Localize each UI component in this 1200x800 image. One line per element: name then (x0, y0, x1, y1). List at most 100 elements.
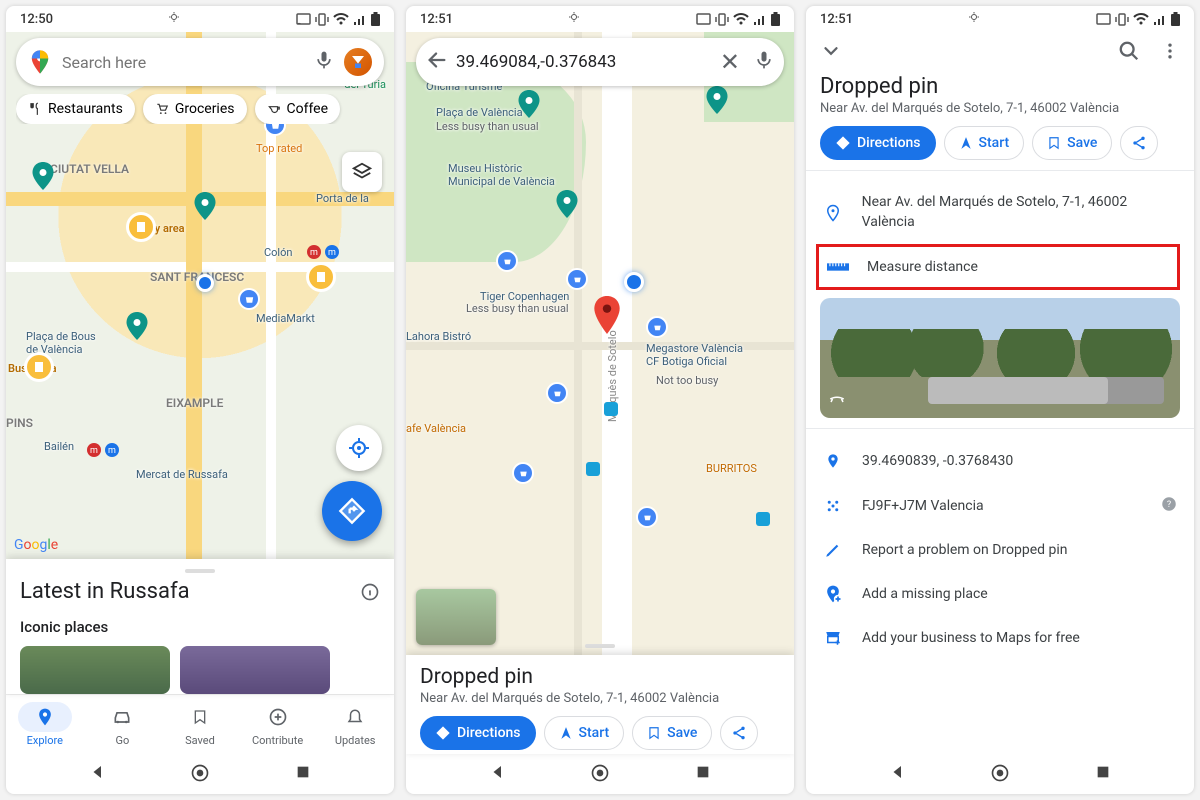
report-problem-row[interactable]: Report a problem on Dropped pin (820, 529, 1180, 571)
home-button[interactable] (589, 763, 611, 785)
dropped-pin-sheet[interactable]: Dropped pin Near Av. del Marqués de Sote… (406, 655, 794, 754)
metro-icon[interactable]: m (306, 244, 322, 260)
detail-content[interactable]: Dropped pin Near Av. del Marqués de Sote… (806, 74, 1194, 754)
navigate-icon (559, 726, 573, 740)
start-button[interactable]: Start (544, 716, 625, 750)
poi-pin-icon[interactable] (518, 90, 540, 118)
back-button[interactable] (887, 763, 909, 785)
iconic-card[interactable] (180, 646, 330, 694)
mic-icon[interactable] (754, 49, 774, 75)
poi-pin-icon[interactable] (126, 312, 148, 340)
directions-button[interactable]: Directions (820, 126, 936, 160)
share-button[interactable] (720, 716, 758, 750)
add-business-row[interactable]: Add your business to Maps for free (820, 617, 1180, 659)
navigate-icon (959, 136, 973, 150)
dropped-pin-icon[interactable] (594, 296, 620, 334)
back-icon[interactable] (426, 49, 448, 75)
streetview-preview[interactable] (820, 298, 1180, 418)
bus-stop-icon[interactable] (604, 402, 618, 416)
shop-pin-icon[interactable] (496, 250, 518, 272)
recents-button[interactable] (1092, 763, 1114, 785)
coordinates-row[interactable]: 39.4690839, -0.3768430 (820, 439, 1180, 483)
recents-button[interactable] (692, 763, 714, 785)
back-button[interactable] (487, 763, 509, 785)
directions-fab[interactable] (322, 481, 382, 541)
busy-area-marker[interactable] (24, 352, 54, 382)
search-input[interactable] (456, 52, 706, 72)
recents-button[interactable] (292, 763, 314, 785)
poi-pin-icon[interactable] (556, 190, 578, 218)
busy-area-marker[interactable] (306, 262, 336, 292)
drag-handle[interactable] (585, 644, 615, 648)
shop-pin-icon[interactable] (566, 268, 588, 290)
btn-label: Save (667, 725, 697, 741)
metro-icon[interactable]: m (104, 442, 120, 458)
help-icon[interactable]: ? (1160, 495, 1178, 517)
home-button[interactable] (989, 763, 1011, 785)
search-bar[interactable] (16, 38, 384, 86)
status-icons (296, 12, 380, 26)
poi-pin-icon[interactable] (706, 86, 728, 114)
shop-pin-icon[interactable] (238, 288, 260, 310)
nav-contribute[interactable]: Contribute (239, 695, 317, 754)
save-button[interactable]: Save (632, 716, 712, 750)
share-button[interactable] (1120, 126, 1158, 160)
current-location-dot (624, 272, 644, 292)
address-row[interactable]: Near Av. del Marqués de Sotelo, 7-1, 460… (820, 181, 1180, 244)
busy-area-marker[interactable] (126, 212, 156, 242)
save-button[interactable]: Save (1032, 126, 1112, 160)
mic-icon[interactable] (314, 49, 334, 75)
nav-label: Saved (185, 734, 215, 747)
status-gps-icon (568, 11, 580, 27)
poi-pin-icon[interactable] (194, 192, 216, 220)
my-location-button[interactable] (336, 425, 382, 471)
chip-coffee[interactable]: Coffee (255, 94, 341, 124)
overflow-menu-icon[interactable] (1160, 40, 1180, 66)
directions-button[interactable]: Directions (420, 716, 536, 750)
chip-label: Restaurants (48, 101, 123, 117)
measure-distance-row[interactable]: Measure distance (821, 249, 1175, 285)
coords-text: 39.4690839, -0.3768430 (862, 453, 1013, 469)
metro-icon[interactable]: m (86, 442, 102, 458)
measure-label: Measure distance (867, 259, 978, 275)
chip-restaurants[interactable]: Restaurants (16, 94, 135, 124)
directions-icon (435, 725, 451, 741)
bus-stop-icon[interactable] (756, 512, 770, 526)
battery-icon (771, 12, 780, 26)
search-icon[interactable] (1118, 40, 1140, 66)
plus-circle-icon (268, 707, 288, 727)
pluscode-row[interactable]: FJ9F+J7M Valencia ? (820, 483, 1180, 529)
nav-go[interactable]: Go (84, 695, 162, 754)
start-button[interactable]: Start (944, 126, 1025, 160)
iconic-places-row[interactable] (20, 646, 380, 694)
iconic-card[interactable] (20, 646, 170, 694)
shop-pin-icon[interactable] (646, 316, 668, 338)
nav-explore[interactable]: Explore (6, 695, 84, 754)
svg-text:m: m (310, 248, 318, 258)
latest-sheet[interactable]: Latest in Russafa Iconic places (6, 559, 394, 694)
search-bar[interactable]: ✕ (416, 38, 784, 86)
shop-pin-icon[interactable] (546, 382, 568, 404)
home-button[interactable] (189, 763, 211, 785)
collapse-icon[interactable] (820, 40, 842, 66)
layers-button[interactable] (342, 152, 382, 192)
shop-pin-icon[interactable] (636, 506, 658, 528)
back-button[interactable] (87, 763, 109, 785)
clear-icon[interactable]: ✕ (714, 48, 746, 76)
info-icon[interactable] (360, 582, 380, 602)
bus-stop-icon[interactable] (586, 462, 600, 476)
nav-saved[interactable]: Saved (161, 695, 239, 754)
shop-pin-icon[interactable] (512, 462, 534, 484)
chip-groceries[interactable]: Groceries (143, 94, 247, 124)
account-avatar[interactable] (342, 46, 374, 78)
drag-handle[interactable] (185, 569, 215, 573)
streetview-thumbnail[interactable] (416, 589, 496, 645)
search-input[interactable] (62, 53, 306, 72)
poi-pin-icon[interactable] (32, 162, 54, 190)
sheet-title: Dropped pin (420, 665, 780, 689)
nav-label: Go (116, 734, 130, 747)
add-missing-row[interactable]: Add a missing place (820, 571, 1180, 617)
nav-updates[interactable]: Updates (316, 695, 394, 754)
metro-icon[interactable]: m (324, 244, 340, 260)
ruler-icon (827, 260, 849, 274)
